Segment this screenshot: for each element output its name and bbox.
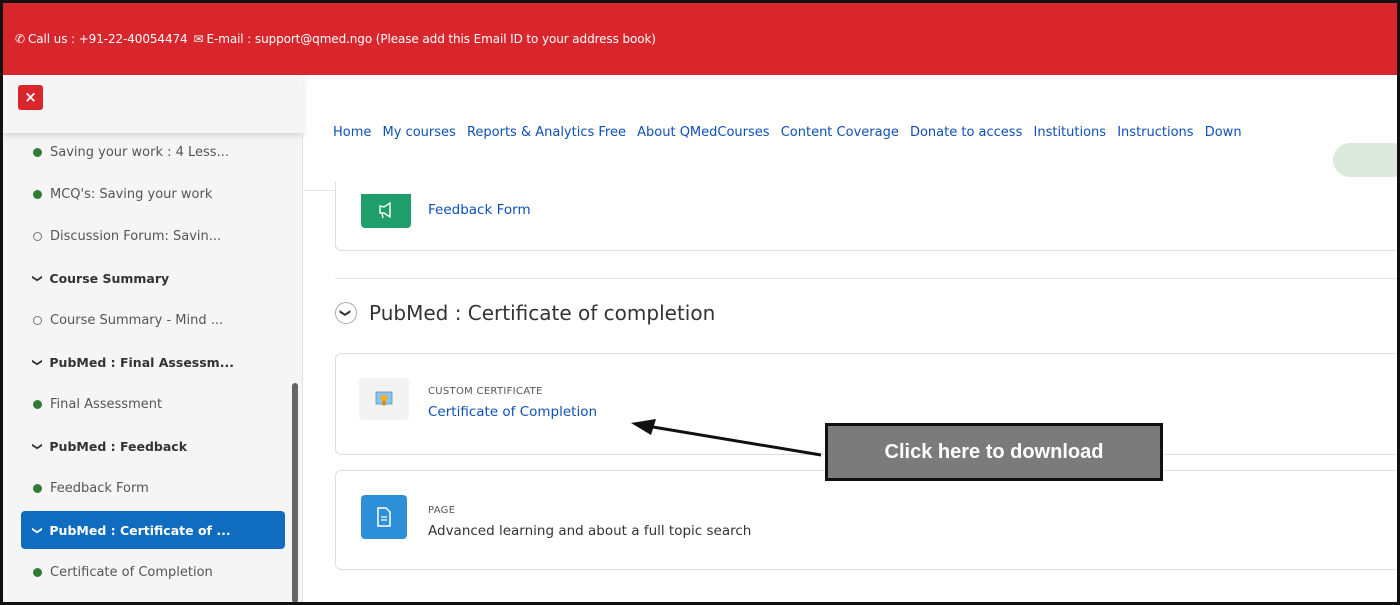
sidebar-header: × [3,75,303,133]
course-index-sidebar: × Saving your work : 4 Less... MCQ's: Sa… [3,75,303,602]
close-sidebar-button[interactable]: × [18,85,43,110]
sidebar-item-feedback-form[interactable]: Feedback Form [21,469,285,507]
nav-download[interactable]: Down [1205,125,1242,140]
sidebar-item-label: Saving your work : 4 Less... [50,144,229,160]
app-frame: ✆ Call us : +91-22-40054474 ✉ E-mail : s… [0,0,1400,605]
primary-navigation: Home My courses Reports & Analytics Free… [333,125,1397,145]
sidebar-item-label: Feedback Form [50,480,149,496]
sidebar-item-mcq-saving[interactable]: MCQ's: Saving your work [21,175,285,213]
chevron-down-icon: ❯ [31,357,43,367]
nav-home[interactable]: Home [333,125,371,140]
nav-instructions[interactable]: Instructions [1117,125,1193,140]
sidebar-item-discussion-forum[interactable]: Discussion Forum: Savin... [21,217,285,255]
sidebar-scrollbar[interactable] [292,383,298,602]
complete-dot-icon [33,483,42,493]
sidebar-section-feedback[interactable]: ❯ PubMed : Feedback [21,427,285,465]
sidebar-section-course-summary[interactable]: ❯ Course Summary [21,259,285,297]
sidebar-section-label: PubMed : Certificate of ... [49,522,231,538]
section-divider [335,278,1397,279]
sidebar-item-label: Certificate of Completion [50,564,213,580]
incomplete-dot-icon [33,231,42,241]
status-pill [1333,143,1397,177]
phone-text: Call us : +91-22-40054474 [27,32,188,46]
sidebar-section-label: PubMed : Feedback [49,438,188,454]
chevron-down-icon: ❯ [31,525,43,535]
nav-my-courses[interactable]: My courses [383,125,456,140]
sidebar-item-course-summary-mind[interactable]: Course Summary - Mind ... [21,301,285,339]
contact-bar: ✆ Call us : +91-22-40054474 ✉ E-mail : s… [3,3,1397,75]
activity-card-feedback: Feedback Form [335,181,1397,251]
activity-card-page: PAGE Advanced learning and about a full … [335,470,1397,570]
mail-icon: ✉ [193,32,204,46]
activity-type-label: PAGE [428,505,456,516]
sidebar-section-label: Course Summary [49,270,170,286]
complete-dot-icon [33,567,42,577]
complete-dot-icon [33,189,42,199]
section-heading: ❯ PubMed : Certificate of completion [335,295,715,331]
download-callout: Click here to download [825,423,1163,481]
sidebar-item-saving-your-work[interactable]: Saving your work : 4 Less... [21,133,285,171]
complete-dot-icon [33,147,42,157]
section-title-text: PubMed : Certificate of completion [369,301,716,325]
sidebar-section-final-assessment[interactable]: ❯ PubMed : Final Assessm... [21,343,285,381]
sidebar-item-label: Discussion Forum: Savin... [50,228,222,244]
chevron-down-icon: ❯ [31,441,43,451]
nav-about[interactable]: About QMedCourses [637,125,769,140]
chevron-down-icon: ❯ [31,273,43,283]
certificate-of-completion-link[interactable]: Certificate of Completion [428,404,597,420]
collapse-section-icon[interactable]: ❯ [335,302,357,324]
page-activity-link[interactable]: Advanced learning and about a full topic… [428,523,751,539]
nav-reports-analytics[interactable]: Reports & Analytics Free [467,125,626,140]
nav-institutions[interactable]: Institutions [1034,125,1107,140]
activity-type-label: CUSTOM CERTIFICATE [428,386,543,397]
sidebar-section-certificate[interactable]: ❯ PubMed : Certificate of ... [21,511,285,549]
email-text: E-mail : support@qmed.ngo (Please add th… [206,32,656,46]
feedback-icon [361,194,411,228]
sidebar-item-label: Course Summary - Mind ... [50,312,224,328]
nav-content-coverage[interactable]: Content Coverage [781,125,899,140]
sidebar-item-label: Final Assessment [50,396,163,412]
sidebar-item-final-assessment[interactable]: Final Assessment [21,385,285,423]
page-icon [361,495,407,539]
sidebar-section-label: PubMed : Final Assessm... [49,354,234,370]
nav-donate[interactable]: Donate to access [910,125,1022,140]
sidebar-item-certificate-of-completion[interactable]: Certificate of Completion [21,553,285,591]
complete-dot-icon [33,399,42,409]
feedback-form-link[interactable]: Feedback Form [428,202,531,218]
phone-icon: ✆ [15,32,25,46]
sidebar-item-label: MCQ's: Saving your work [50,186,213,202]
incomplete-dot-icon [33,315,42,325]
certificate-icon [359,378,409,420]
